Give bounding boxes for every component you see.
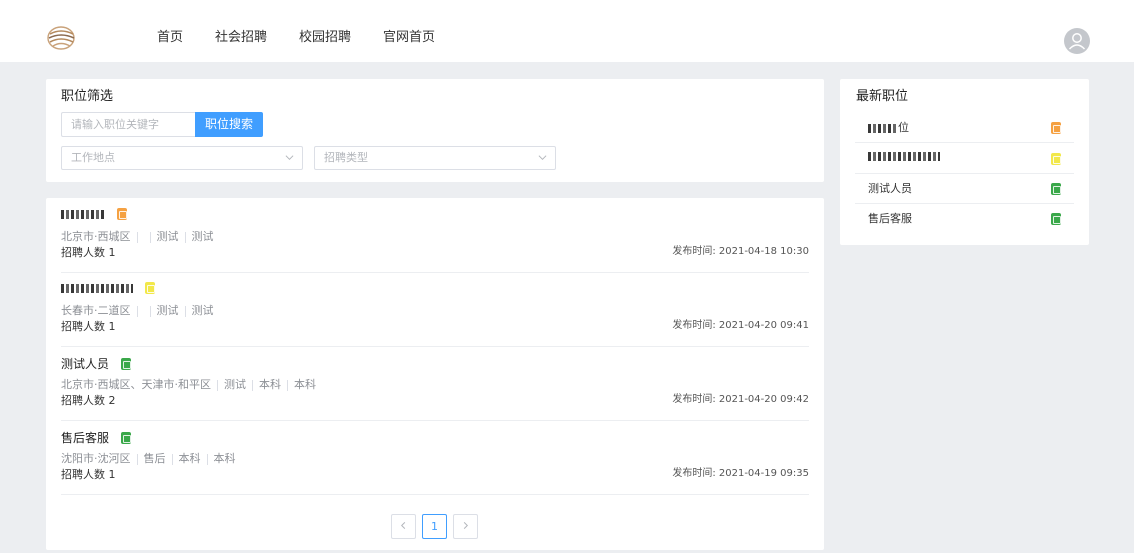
top-header: 首页 社会招聘 校园招聘 官网首页	[0, 0, 1134, 62]
job-tag: 测试	[224, 378, 246, 391]
keyword-search-input[interactable]: 请输入职位关键字	[61, 112, 195, 137]
job-location: 北京市·西城区、天津市·和平区	[61, 378, 211, 391]
redacted-title	[61, 283, 133, 293]
pagination: 1	[391, 514, 484, 539]
job-tag: 测试	[191, 304, 214, 317]
recruit-type-select[interactable]: 招聘类型	[314, 146, 556, 170]
latest-job-label: 位	[868, 121, 909, 135]
chevron-down-icon	[538, 155, 547, 161]
work-location-placeholder: 工作地点	[71, 151, 115, 164]
job-list-panel: 北京市·西城区 测试 测试 招聘人数 1 发布时间: 2021-04-18 10…	[46, 198, 824, 550]
job-headcount: 招聘人数 1	[61, 468, 116, 481]
latest-jobs-title: 最新职位	[856, 89, 909, 104]
job-publish-time: 发布时间: 2021-04-19 09:35	[672, 468, 809, 479]
latest-job-item[interactable]: 售后客服	[855, 203, 1074, 234]
job-type-badge-icon	[1051, 183, 1061, 195]
job-type-badge-icon	[1051, 122, 1061, 134]
latest-job-item[interactable]	[855, 143, 1074, 174]
prev-page-button[interactable]	[391, 514, 416, 539]
nav-home[interactable]: 首页	[157, 29, 183, 47]
job-type-badge-icon	[121, 358, 132, 370]
job-type-badge-icon	[1051, 213, 1061, 225]
job-tag: 测试	[156, 230, 179, 243]
chevron-right-icon	[463, 521, 469, 530]
job-location: 长春市·二道区	[61, 304, 131, 317]
job-list-item[interactable]: 长春市·二道区 测试 测试 招聘人数 1 发布时间: 2021-04-20 09…	[61, 272, 809, 347]
job-tag: 测试	[191, 230, 214, 243]
user-avatar-icon[interactable]	[1064, 28, 1090, 54]
latest-job-item[interactable]: 位	[855, 112, 1074, 143]
page-number-button[interactable]: 1	[422, 514, 447, 539]
latest-job-label: 测试人员	[868, 182, 912, 195]
job-type-badge-icon	[1051, 153, 1061, 165]
job-tag: 本科	[213, 452, 236, 465]
filter-title: 职位筛选	[61, 89, 114, 104]
job-title: 测试人员	[61, 356, 132, 372]
job-headcount: 招聘人数 2	[61, 394, 116, 407]
job-title-text: 测试人员	[61, 357, 110, 371]
redacted-title	[61, 209, 105, 219]
job-list-item[interactable]: 北京市·西城区 测试 测试 招聘人数 1 发布时间: 2021-04-18 10…	[61, 198, 809, 273]
job-filter-panel: 职位筛选 请输入职位关键字 职位搜索 工作地点 招聘类型	[46, 79, 824, 182]
job-meta: 北京市·西城区 测试 测试	[61, 230, 214, 244]
job-headcount: 招聘人数 1	[61, 246, 116, 259]
job-location: 北京市·西城区	[61, 230, 131, 243]
nav-social-recruit[interactable]: 社会招聘	[215, 29, 267, 47]
redacted-title	[868, 152, 940, 161]
job-title	[61, 282, 155, 294]
job-tag: 测试	[156, 304, 179, 317]
latest-job-item[interactable]: 测试人员	[855, 173, 1074, 204]
job-type-badge-icon	[121, 432, 132, 444]
job-tag: 售后	[143, 452, 166, 465]
job-meta: 沈阳市·沈河区 售后 本科 本科	[61, 452, 236, 466]
job-search-button[interactable]: 职位搜索	[195, 112, 263, 137]
nav-campus-recruit[interactable]: 校园招聘	[299, 29, 351, 47]
job-title	[61, 208, 127, 220]
latest-jobs-panel: 最新职位 位 测试人员 售后客服	[840, 79, 1089, 245]
job-tag: 本科	[294, 378, 316, 391]
job-publish-time: 发布时间: 2021-04-20 09:42	[672, 394, 809, 405]
work-location-select[interactable]: 工作地点	[61, 146, 303, 170]
chevron-down-icon	[285, 155, 294, 161]
job-title-text: 售后客服	[61, 431, 110, 445]
job-type-badge-icon	[145, 282, 155, 294]
latest-job-label: 售后客服	[868, 212, 912, 225]
job-type-badge-icon	[117, 208, 127, 220]
job-publish-time: 发布时间: 2021-04-18 10:30	[672, 246, 809, 257]
job-meta: 长春市·二道区 测试 测试	[61, 304, 214, 318]
recruit-type-placeholder: 招聘类型	[324, 151, 368, 164]
job-location: 沈阳市·沈河区	[61, 452, 131, 465]
job-list-item[interactable]: 测试人员 北京市·西城区、天津市·和平区 测试 本科 本科 招聘人数 2 发布时…	[61, 346, 809, 421]
latest-job-label-text: 位	[898, 121, 909, 134]
job-meta: 北京市·西城区、天津市·和平区 测试 本科 本科	[61, 378, 316, 392]
job-tag: 本科	[178, 452, 201, 465]
job-list-item[interactable]: 售后客服 沈阳市·沈河区 售后 本科 本科 招聘人数 1 发布时间: 2021-…	[61, 420, 809, 495]
job-tag: 本科	[259, 378, 281, 391]
nav-official-site[interactable]: 官网首页	[383, 29, 435, 47]
chevron-left-icon	[400, 521, 406, 530]
next-page-button[interactable]	[453, 514, 478, 539]
job-title: 售后客服	[61, 430, 132, 446]
company-logo[interactable]	[46, 22, 78, 54]
job-publish-time: 发布时间: 2021-04-20 09:41	[672, 320, 809, 331]
latest-job-label	[868, 152, 940, 161]
job-headcount: 招聘人数 1	[61, 320, 116, 333]
redacted-title	[868, 123, 898, 133]
main-nav: 首页 社会招聘 校园招聘 官网首页	[157, 29, 467, 47]
